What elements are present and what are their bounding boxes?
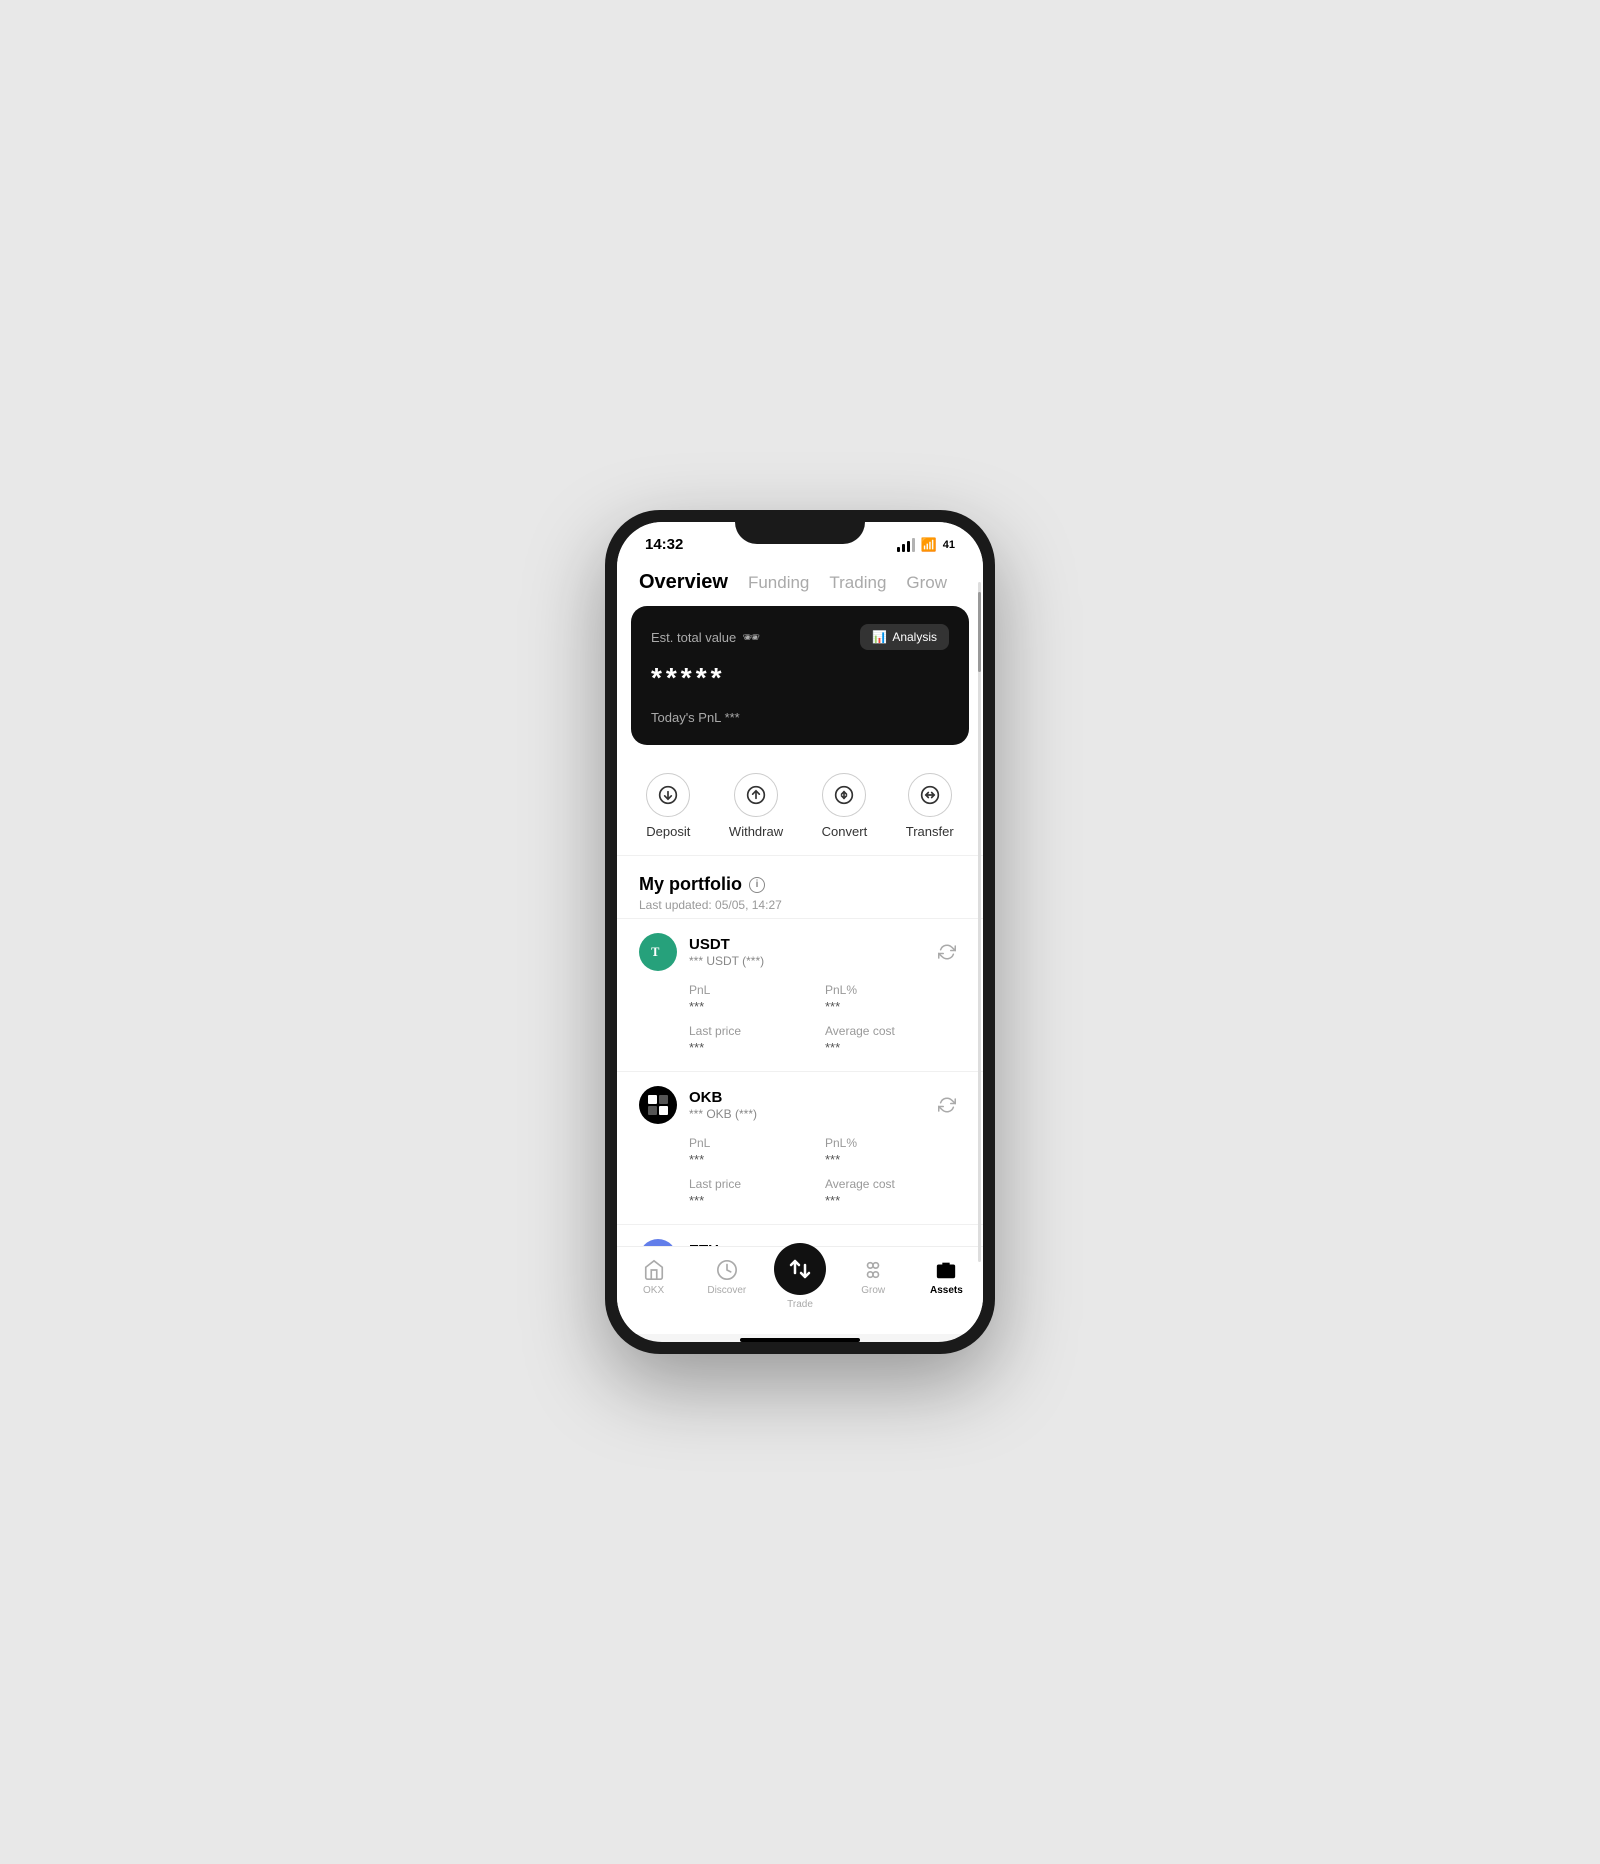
signal-icon (897, 538, 915, 552)
okb-stats: PnL *** PnL% *** Last price *** Average … (639, 1136, 961, 1208)
analysis-button[interactable]: 📊 Analysis (860, 624, 949, 650)
nav-okx-label: OKX (643, 1285, 664, 1296)
okb-lastprice-group: Last price *** (689, 1177, 825, 1208)
card-header: Est. total value 🕶 📊 Analysis (651, 624, 949, 650)
nav-grow-label: Grow (861, 1285, 885, 1296)
nav-discover-label: Discover (707, 1285, 746, 1296)
portfolio-card: Est. total value 🕶 📊 Analysis ***** Toda… (631, 606, 969, 745)
usdt-pnlpct-group: PnL% *** (825, 983, 961, 1014)
withdraw-label: Withdraw (729, 824, 783, 839)
nav-grow[interactable]: Grow (837, 1255, 910, 1314)
info-icon[interactable]: i (749, 877, 765, 893)
usdt-info: USDT *** USDT (***) (689, 936, 764, 968)
nav-okx[interactable]: OKX (617, 1255, 690, 1314)
convert-label: Convert (822, 824, 868, 839)
nav-tabs: Overview Funding Trading Grow (617, 557, 983, 606)
okb-avgcost-group: Average cost *** (825, 1177, 961, 1208)
deposit-button[interactable]: Deposit (646, 773, 690, 839)
okb-name: OKB (689, 1089, 757, 1106)
portfolio-title: My portfolio i (639, 874, 961, 895)
trade-button[interactable] (774, 1243, 826, 1295)
deposit-label: Deposit (646, 824, 690, 839)
total-value-label: Est. total value 🕶 (651, 629, 760, 646)
withdraw-icon (734, 773, 778, 817)
wifi-icon: 📶 (921, 537, 937, 553)
usdt-amount: *** USDT (***) (689, 954, 764, 968)
portfolio-value: ***** (651, 662, 949, 694)
portfolio-subtitle: Last updated: 05/05, 14:27 (639, 898, 961, 912)
status-time: 14:32 (645, 536, 683, 553)
withdraw-button[interactable]: Withdraw (729, 773, 783, 839)
okb-header: OKB *** OKB (***) (639, 1086, 961, 1124)
nav-discover[interactable]: Discover (690, 1255, 763, 1314)
scrollbar-track (978, 582, 981, 1262)
svg-text:T: T (651, 945, 660, 959)
usdt-stats: PnL *** PnL% *** Last price *** Average … (639, 983, 961, 1055)
asset-item-okb: OKB *** OKB (***) PnL (617, 1071, 983, 1224)
status-icons: 📶 41 (897, 537, 955, 553)
today-pnl: Today's PnL *** (651, 710, 949, 725)
scrollbar-thumb (978, 592, 981, 672)
okb-pnlpct-group: PnL% *** (825, 1136, 961, 1167)
usdt-name: USDT (689, 936, 764, 953)
usdt-left: T USDT *** USDT (***) (639, 933, 764, 971)
eth-left: ETH *** ETH (***) (639, 1239, 756, 1246)
chart-icon: 📊 (872, 630, 887, 644)
deposit-icon (646, 773, 690, 817)
phone-screen: 14:32 📶 41 Overview Funding Trading Grow (617, 522, 983, 1342)
usdt-logo: T (639, 933, 677, 971)
nav-assets-label: Assets (930, 1285, 963, 1296)
okb-pnl-group: PnL *** (689, 1136, 825, 1167)
okb-left: OKB *** OKB (***) (639, 1086, 757, 1124)
scroll-area[interactable]: Overview Funding Trading Grow Est. total… (617, 557, 983, 1246)
transfer-icon (908, 773, 952, 817)
hide-value-icon[interactable]: 🕶 (742, 629, 760, 646)
transfer-button[interactable]: Transfer (906, 773, 954, 839)
transfer-label: Transfer (906, 824, 954, 839)
battery-icon: 41 (943, 539, 955, 551)
nav-assets[interactable]: Assets (910, 1255, 983, 1314)
usdt-avgcost-group: Average cost *** (825, 1024, 961, 1055)
actions-row: Deposit Withdraw (617, 757, 983, 856)
tab-funding[interactable]: Funding (748, 573, 809, 593)
tab-overview[interactable]: Overview (639, 571, 728, 594)
phone-frame: 14:32 📶 41 Overview Funding Trading Grow (605, 510, 995, 1354)
usdt-refresh-icon[interactable] (933, 938, 961, 966)
bottom-nav: OKX Discover Trade (617, 1246, 983, 1334)
home-indicator (740, 1338, 860, 1342)
usdt-pnl-group: PnL *** (689, 983, 825, 1014)
asset-item-usdt: T USDT *** USDT (***) (617, 918, 983, 1071)
notch (735, 510, 865, 544)
tab-trading[interactable]: Trading (829, 573, 886, 593)
eth-logo (639, 1239, 677, 1246)
convert-button[interactable]: Convert (822, 773, 868, 839)
okb-info: OKB *** OKB (***) (689, 1089, 757, 1121)
usdt-lastprice-group: Last price *** (689, 1024, 825, 1055)
usdt-header: T USDT *** USDT (***) (639, 933, 961, 971)
okb-logo (639, 1086, 677, 1124)
okb-refresh-icon[interactable] (933, 1091, 961, 1119)
convert-icon (822, 773, 866, 817)
portfolio-header: My portfolio i Last updated: 05/05, 14:2… (617, 856, 983, 918)
nav-trade[interactable]: Trade (763, 1255, 836, 1314)
nav-trade-label: Trade (787, 1299, 813, 1310)
okb-amount: *** OKB (***) (689, 1107, 757, 1121)
tab-grow[interactable]: Grow (906, 573, 947, 593)
